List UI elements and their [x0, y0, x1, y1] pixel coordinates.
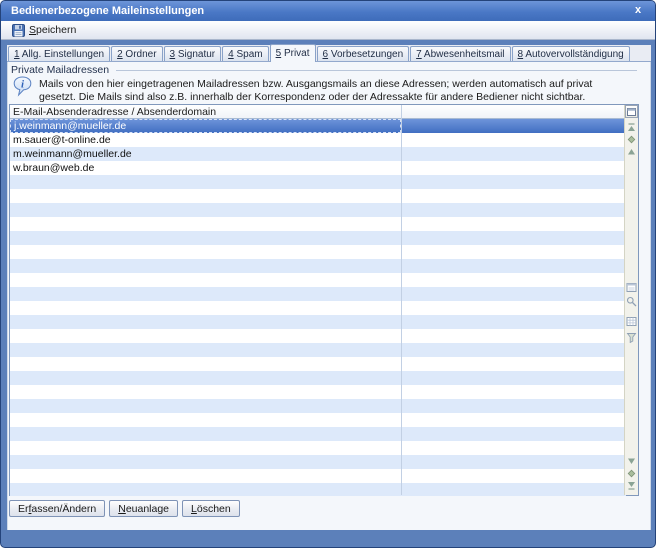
grid-side-toolbar: [624, 105, 638, 495]
grid-view-icon[interactable]: [625, 315, 637, 327]
floppy-disk-icon: [12, 24, 25, 37]
window-title: Bedienerbezogene Maileinstellungen: [11, 5, 204, 17]
scroll-up-icon[interactable]: [625, 145, 637, 157]
search-icon[interactable]: [625, 295, 637, 307]
table-row[interactable]: j.weinmann@mueller.de: [10, 119, 626, 133]
tab-autovervollstaendigung[interactable]: 8 Autovervollständigung: [512, 46, 630, 61]
tab-allg-einstellungen[interactable]: 1 Allg. Einstellungen: [8, 46, 110, 61]
scroll-down-icon[interactable]: [625, 455, 637, 467]
table-row[interactable]: w.braun@web.de: [10, 161, 626, 175]
table-row[interactable]: m.weinmann@mueller.de: [10, 147, 626, 161]
dialog-window: Bedienerbezogene Maileinstellungen x Spe…: [0, 0, 656, 548]
tab-bar: 1 Allg. Einstellungen 2 Ordner 3 Signatu…: [7, 45, 651, 62]
email-grid: E-Mail-Absenderadresse / Absenderdomain …: [9, 104, 639, 496]
table-cell: j.weinmann@mueller.de: [10, 119, 401, 133]
locate-down-icon[interactable]: [625, 467, 637, 479]
close-icon[interactable]: x: [631, 3, 645, 17]
erfassen-aendern-button[interactable]: Erfassen/Ändern: [9, 500, 105, 517]
locate-up-icon[interactable]: [625, 133, 637, 145]
tab-spam[interactable]: 4 Spam: [222, 46, 268, 61]
toolbar: Speichern: [1, 21, 655, 40]
column-header-label: E-Mail-Absenderadresse / Absenderdomain: [13, 106, 216, 118]
title-bar: Bedienerbezogene Maileinstellungen x: [1, 1, 655, 21]
tab-vorbesetzungen[interactable]: 6 Vorbesetzungen: [317, 46, 410, 61]
info-text-line1: Mails von den hier eingetragenen Mailadr…: [39, 78, 592, 91]
scroll-bottom-icon[interactable]: [625, 479, 637, 491]
group-divider: [116, 70, 637, 71]
action-buttons: Erfassen/Ändern Neuanlage Löschen: [9, 500, 240, 517]
table-cell: m.sauer@t-online.de: [10, 133, 401, 147]
table-cell: m.weinmann@mueller.de: [10, 147, 401, 161]
save-button[interactable]: Speichern: [8, 22, 83, 39]
column-chooser-button[interactable]: [625, 105, 638, 118]
group-title: Private Mailadressen: [11, 64, 109, 76]
card-view-icon[interactable]: [625, 281, 637, 293]
column-header[interactable]: E-Mail-Absenderadresse / Absenderdomain: [10, 105, 626, 119]
filter-icon[interactable]: [625, 331, 637, 343]
tab-privat[interactable]: 5 Privat: [270, 44, 316, 62]
tab-ordner[interactable]: 2 Ordner: [111, 46, 162, 61]
save-button-label: Speichern: [29, 24, 76, 36]
column-chooser-icon: [627, 103, 636, 121]
loeschen-button[interactable]: Löschen: [182, 500, 240, 517]
info-text-line2: gesetzt. Die Mails sind also z.B. innerh…: [39, 91, 592, 104]
column-divider: [401, 105, 402, 495]
tab-abwesenheitsmail[interactable]: 7 Abwesenheitsmail: [410, 46, 510, 61]
table-cell: w.braun@web.de: [10, 161, 401, 175]
table-row[interactable]: m.sauer@t-online.de: [10, 133, 626, 147]
group-header: Private Mailadressen: [11, 64, 645, 76]
info-text: Mails von den hier eingetragenen Mailadr…: [39, 78, 592, 104]
empty-rows: [10, 175, 626, 496]
scroll-top-icon[interactable]: [625, 121, 637, 133]
neuanlage-button[interactable]: Neuanlage: [109, 500, 178, 517]
info-bubble-icon: i: [13, 76, 32, 102]
tab-signatur[interactable]: 3 Signatur: [164, 46, 222, 61]
